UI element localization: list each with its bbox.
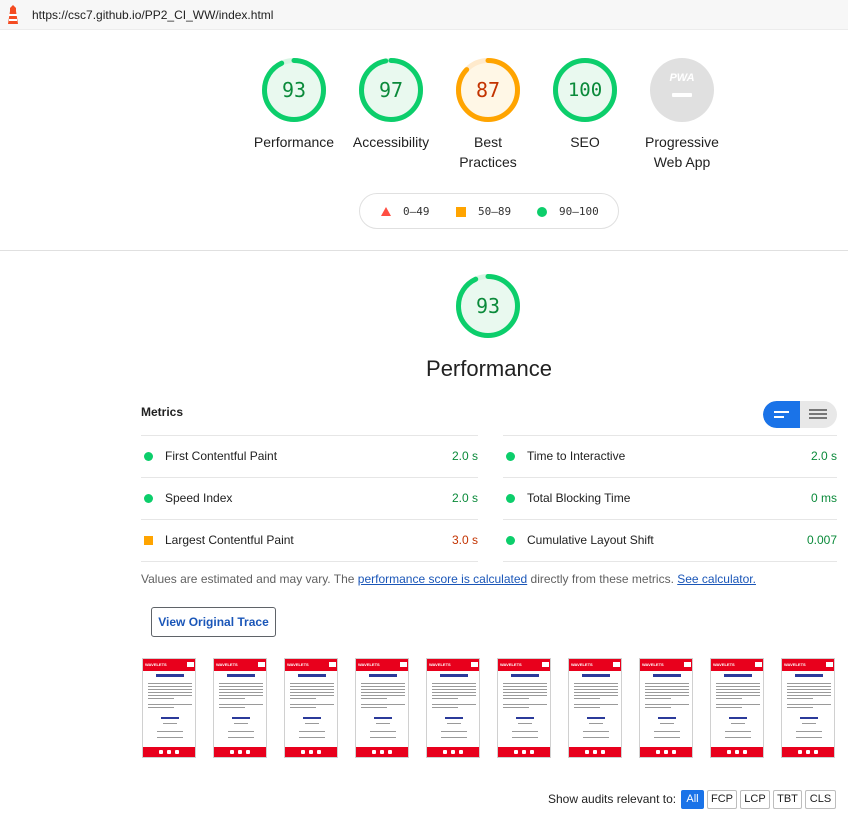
filter-chip-tbt[interactable]: TBT — [773, 790, 802, 809]
metric-row: Cumulative Layout Shift 0.007 — [503, 519, 837, 561]
metric-name: Total Blocking Time — [527, 491, 631, 505]
legend-fail: 0–49 — [403, 205, 430, 218]
metric-value: 3.0 s — [451, 533, 478, 547]
note-text: Values are estimated and may vary. The — [141, 572, 358, 586]
filmstrip-frame: WAVELETS — [142, 658, 196, 758]
metric-row: Largest Contentful Paint 3.0 s — [141, 519, 478, 561]
filmstrip-frame: WAVELETS — [213, 658, 267, 758]
metric-row: Speed Index 2.0 s — [141, 477, 478, 519]
seo-score-gauge[interactable]: 100 — [553, 58, 617, 122]
metric-name: Largest Contentful Paint — [165, 533, 294, 547]
metric-value: 2.0 s — [451, 449, 478, 463]
best-practices-score-gauge[interactable]: 87 — [456, 58, 520, 122]
pwa-badge-text: PWA — [669, 72, 695, 84]
frame-header-text: WAVELETS — [500, 662, 522, 667]
average-square-icon — [144, 536, 153, 545]
filter-chip-fcp[interactable]: FCP — [707, 790, 737, 809]
toggle-compact-view[interactable] — [763, 401, 800, 428]
filter-chip-lcp[interactable]: LCP — [740, 790, 770, 809]
frame-header-text: WAVELETS — [145, 662, 167, 667]
accessibility-score: 97 — [378, 78, 404, 102]
metric-name: Time to Interactive — [527, 449, 626, 463]
pwa-label: Progressive Web App — [645, 134, 719, 170]
performance-score-gauge[interactable]: 93 — [456, 274, 520, 338]
pass-circle-icon — [537, 207, 547, 217]
metric-value: 2.0 s — [451, 491, 478, 505]
metrics-bottom-border — [503, 561, 837, 562]
lighthouse-icon — [8, 5, 18, 24]
metric-name: Speed Index — [165, 491, 233, 505]
filmstrip-frame: WAVELETS — [284, 658, 338, 758]
section-divider — [0, 250, 848, 251]
filmstrip-frame: WAVELETS — [568, 658, 622, 758]
legend-pass: 90–100 — [559, 205, 599, 218]
pass-circle-icon — [506, 494, 515, 503]
frame-header-text: WAVELETS — [571, 662, 593, 667]
score-calculated-link[interactable]: performance score is calculated — [358, 572, 527, 586]
metric-value: 2.0 s — [810, 449, 837, 463]
performance-title: Performance — [426, 356, 552, 381]
page-url: https://csc7.github.io/PP2_CI_WW/index.h… — [32, 8, 274, 22]
frame-header-text: WAVELETS — [784, 662, 806, 667]
toggle-expanded-view[interactable] — [800, 401, 837, 428]
filmstrip-frame: WAVELETS — [355, 658, 409, 758]
filmstrip-frame: WAVELETS — [710, 658, 764, 758]
pwa-score-gauge[interactable]: PWA — [650, 58, 714, 122]
performance-score-gauge[interactable]: 93 — [262, 58, 326, 122]
metric-row: First Contentful Paint 2.0 s — [141, 435, 478, 477]
frame-header-text: WAVELETS — [642, 662, 664, 667]
filter-chip-all[interactable]: All — [681, 790, 704, 809]
frame-header-text: WAVELETS — [287, 662, 309, 667]
metric-row: Total Blocking Time 0 ms — [503, 477, 837, 519]
performance-score: 93 — [281, 78, 307, 102]
frame-header-text: WAVELETS — [358, 662, 380, 667]
pwa-badge-icon — [650, 58, 714, 122]
pass-circle-icon — [506, 536, 515, 545]
seo-label: SEO — [570, 134, 600, 150]
legend-average: 50–89 — [478, 205, 512, 218]
fail-triangle-icon — [381, 207, 391, 216]
metric-value: 0 ms — [810, 491, 837, 505]
performance-label: Performance — [253, 134, 335, 150]
performance-score: 93 — [475, 294, 501, 318]
average-square-icon — [456, 207, 466, 217]
metrics-view-toggle[interactable] — [763, 401, 837, 428]
frame-header-text: WAVELETS — [216, 662, 238, 667]
best-practices-label: Best Practices — [459, 134, 517, 170]
pass-circle-icon — [144, 494, 153, 503]
accessibility-label: Accessibility — [352, 134, 430, 150]
metric-row: Time to Interactive 2.0 s — [503, 435, 837, 477]
view-original-trace-button[interactable]: View Original Trace — [151, 607, 276, 637]
metrics-note: Values are estimated and may vary. The p… — [141, 572, 756, 586]
metrics-heading: Metrics — [141, 405, 184, 419]
seo-score: 100 — [567, 79, 603, 101]
pass-circle-icon — [506, 452, 515, 461]
frame-header-text: WAVELETS — [429, 662, 451, 667]
best-practices-score: 87 — [475, 78, 501, 102]
url-bar: https://csc7.github.io/PP2_CI_WW/index.h… — [0, 0, 848, 30]
metric-value: 0.007 — [806, 533, 837, 547]
filmstrip-frame: WAVELETS — [639, 658, 693, 758]
frame-header-text: WAVELETS — [713, 662, 735, 667]
note-text: directly from these metrics. — [527, 572, 678, 586]
filmstrip-frame: WAVELETS — [781, 658, 835, 758]
pass-circle-icon — [144, 452, 153, 461]
metric-name: Cumulative Layout Shift — [527, 533, 654, 547]
filter-chip-cls[interactable]: CLS — [805, 790, 836, 809]
see-calculator-link[interactable]: See calculator. — [677, 572, 756, 586]
metric-name: First Contentful Paint — [165, 449, 278, 463]
filmstrip-frame: WAVELETS — [426, 658, 480, 758]
metrics-bottom-border — [141, 561, 478, 562]
score-legend: 0–49 50–89 90–100 — [359, 193, 619, 229]
audits-filter-label: Show audits relevant to: — [548, 792, 677, 806]
filmstrip-frame: WAVELETS — [497, 658, 551, 758]
accessibility-score-gauge[interactable]: 97 — [359, 58, 423, 122]
